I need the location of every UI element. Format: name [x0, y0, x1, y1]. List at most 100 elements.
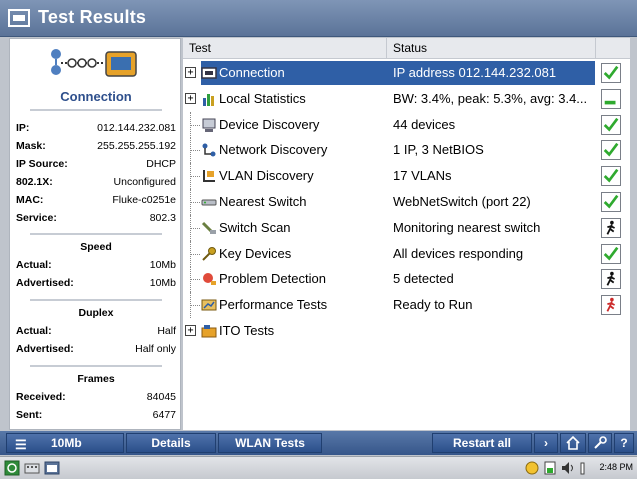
test-name: Switch Scan: [219, 219, 291, 235]
expand-toggle[interactable]: +: [185, 67, 196, 78]
link-speed-label: 10Mb: [51, 436, 82, 450]
divider: [30, 365, 162, 367]
info-label: IP Source:: [16, 158, 68, 170]
speed-advertised-row: Advertised: 10Mb: [16, 277, 176, 293]
table-row[interactable]: + Connection IP address 012.144.232.081: [183, 60, 630, 86]
restart-all-button[interactable]: Restart all: [432, 433, 532, 453]
column-separator[interactable]: [386, 38, 387, 58]
network-status-icon[interactable]: [524, 460, 540, 476]
volume-icon[interactable]: [560, 460, 576, 476]
window-switch-icon[interactable]: [44, 460, 60, 476]
info-row: Service: 802.3: [16, 212, 176, 228]
test-status: 44 devices: [393, 116, 456, 132]
table-row[interactable]: + ITO Tests: [183, 318, 630, 344]
table-row[interactable]: Device Discovery 44 devices: [183, 111, 630, 138]
info-label: Advertised:: [16, 277, 74, 289]
window-icon[interactable]: [8, 9, 30, 27]
test-status: Monitoring nearest switch: [393, 219, 541, 235]
details-button[interactable]: Details: [126, 433, 216, 453]
meter-icon[interactable]: [601, 88, 621, 109]
test-status: BW: 3.4%, peak: 5.3%, avg: 3.4...: [393, 90, 588, 106]
tree-branch: [190, 227, 200, 229]
link-speed-button[interactable]: ☰ 10Mb: [6, 433, 124, 453]
wlan-tests-button[interactable]: WLAN Tests: [218, 433, 322, 453]
taskbar: 2:48 PM: [0, 456, 637, 479]
help-icon: ?: [620, 436, 628, 450]
expand-toggle[interactable]: +: [185, 325, 196, 336]
test-name: Key Devices: [219, 245, 292, 261]
frames-received-row: Received: 84045: [16, 391, 176, 407]
table-row[interactable]: Key Devices All devices responding: [183, 240, 630, 267]
pass-check-icon[interactable]: [601, 166, 621, 187]
info-label: Advertised:: [16, 343, 74, 355]
info-row: 802.1X: Unconfigured: [16, 176, 176, 192]
info-value: Half only: [135, 343, 176, 355]
column-header-test[interactable]: Test: [189, 41, 211, 55]
pass-check-icon[interactable]: [601, 63, 621, 83]
connection-icon: [201, 65, 217, 81]
running-test-icon[interactable]: [601, 217, 621, 238]
vlan-discovery-icon: [201, 168, 217, 184]
info-label: IP:: [16, 122, 30, 134]
pass-check-icon[interactable]: [601, 192, 621, 212]
table-header: Test Status: [183, 38, 630, 59]
tree-branch: [190, 202, 200, 203]
table-row[interactable]: Network Discovery 1 IP, 3 NetBIOS: [183, 137, 630, 164]
title-bar: Test Results: [0, 0, 637, 37]
table-row[interactable]: Performance Tests Ready to Run: [183, 292, 630, 319]
keyboard-icon[interactable]: [24, 460, 40, 476]
test-name: Network Discovery: [219, 142, 328, 158]
home-button[interactable]: [560, 433, 586, 453]
table-row[interactable]: Nearest Switch WebNetSwitch (port 22): [183, 189, 630, 215]
pass-check-icon[interactable]: [601, 140, 621, 161]
ito-tests-icon: [201, 323, 217, 339]
test-name: Nearest Switch: [219, 194, 307, 209]
tools-button[interactable]: [588, 433, 612, 453]
info-row: IP Source: DHCP: [16, 158, 176, 174]
info-value: Half: [157, 325, 176, 337]
expand-toggle[interactable]: +: [185, 92, 196, 104]
duplex-heading: Duplex: [78, 307, 114, 319]
table-row[interactable]: VLAN Discovery 17 VLANs: [183, 163, 630, 190]
divider: [30, 299, 162, 301]
link-icon: ☰: [15, 437, 27, 452]
info-value: 84045: [146, 391, 176, 403]
start-icon[interactable]: [4, 460, 20, 476]
info-label: 802.1X:: [16, 176, 53, 188]
clock[interactable]: 2:48 PM: [599, 462, 633, 472]
test-name: Performance Tests: [219, 297, 328, 313]
info-row: MAC: Fluke-c0251e: [16, 194, 176, 210]
info-value: 10Mb: [149, 277, 176, 289]
signal-icon[interactable]: [578, 460, 594, 476]
pass-check-icon[interactable]: [601, 243, 621, 264]
test-status: 1 IP, 3 NetBIOS: [393, 142, 484, 158]
info-value: Fluke-c0251e: [112, 194, 176, 206]
wrench-icon: [594, 436, 607, 449]
info-label: Mask:: [16, 140, 46, 152]
test-name: ITO Tests: [219, 323, 275, 338]
table-row[interactable]: Problem Detection 5 detected: [183, 266, 630, 293]
test-name: Problem Detection: [219, 271, 326, 287]
column-header-status[interactable]: Status: [393, 41, 427, 55]
table-row[interactable]: + Local Statistics BW: 3.4%, peak: 5.3%, a…: [183, 86, 630, 112]
tree-branch: [190, 305, 200, 307]
test-name: Device Discovery: [219, 116, 320, 132]
table-row[interactable]: Switch Scan Monitoring nearest switch: [183, 214, 630, 241]
divider: [30, 109, 162, 111]
battery-icon[interactable]: [542, 460, 558, 476]
frames-heading: Frames: [77, 373, 115, 385]
next-button[interactable]: ›: [534, 433, 558, 453]
chevron-right-icon: ›: [544, 436, 548, 450]
test-status: IP address 012.144.232.081: [393, 65, 557, 80]
ready-to-run-icon[interactable]: [601, 295, 621, 316]
help-button[interactable]: ?: [614, 433, 634, 453]
test-status: 17 VLANs: [393, 168, 452, 184]
test-results-table: Test Status + Connection IP address 012.14…: [183, 38, 630, 430]
tree-branch: [190, 176, 200, 178]
duplex-actual-row: Actual: Half: [16, 325, 176, 341]
pass-check-icon[interactable]: [601, 114, 621, 135]
column-separator[interactable]: [595, 38, 596, 58]
test-status: Ready to Run: [393, 297, 473, 313]
key-devices-icon: [201, 246, 217, 262]
running-test-icon[interactable]: [601, 269, 621, 290]
